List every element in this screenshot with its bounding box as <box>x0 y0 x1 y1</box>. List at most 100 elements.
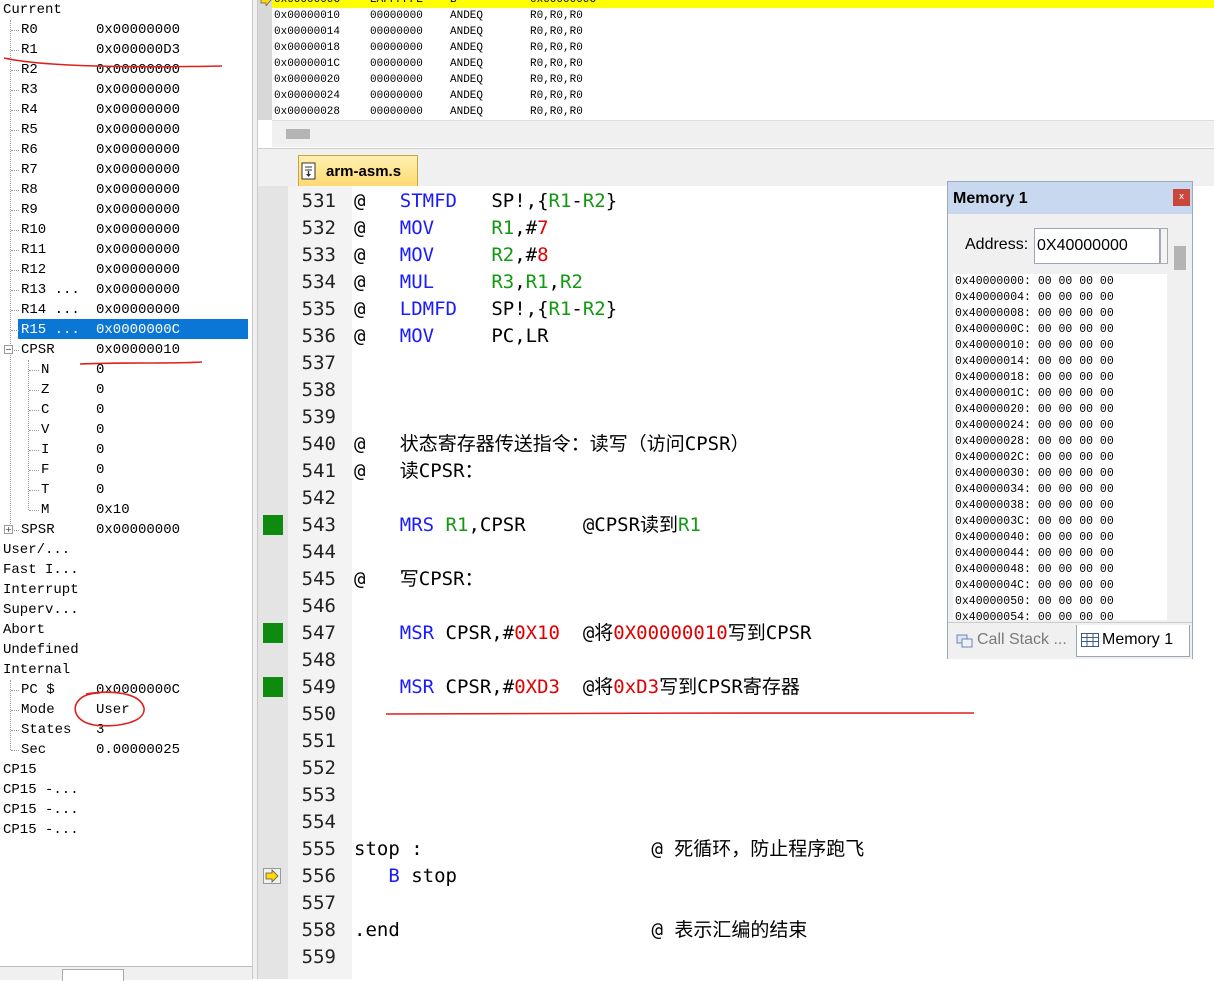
disassembly-row[interactable]: 0x00000010 00000000 ANDEQ R0,R0,R0 <box>272 8 1214 24</box>
disassembly-row[interactable]: 0x00000020 00000000 ANDEQ R0,R0,R0 <box>272 72 1214 88</box>
internal-row[interactable]: PC $ 0x0000000C <box>0 680 252 700</box>
register-row[interactable]: R14 ... 0x00000000 <box>0 300 252 320</box>
memory-row[interactable]: 0x40000030: 00 00 00 00 <box>955 466 1114 482</box>
memory-row[interactable]: 0x40000040: 00 00 00 00 <box>955 530 1114 546</box>
disassembly-row[interactable]: 0x00000024 00000000 ANDEQ R0,R0,R0 <box>272 88 1214 104</box>
register-row[interactable]: R12 0x00000000 <box>0 260 252 280</box>
tab-arm-asm[interactable]: arm-asm.s <box>298 155 418 187</box>
internal-row[interactable]: Mode User <box>0 700 252 720</box>
register-row-spsr[interactable]: SPSR 0x00000000 <box>0 520 252 540</box>
memory-row[interactable]: 0x40000048: 00 00 00 00 <box>955 562 1114 578</box>
memory-row[interactable]: 0x40000000: 00 00 00 00 <box>955 274 1114 290</box>
code-line[interactable]: 550 <box>258 701 1214 728</box>
internal-row[interactable]: States 3 <box>0 720 252 740</box>
expand-toggle-icon[interactable]: − <box>4 345 13 354</box>
breakpoint-marker[interactable] <box>263 677 283 697</box>
expand-toggle-icon[interactable]: + <box>4 525 13 534</box>
register-row[interactable]: R11 0x00000000 <box>0 240 252 260</box>
memory-row[interactable]: 0x4000002C: 00 00 00 00 <box>955 450 1114 466</box>
memory-row[interactable]: 0x40000034: 00 00 00 00 <box>955 482 1114 498</box>
cpsr-flag-row[interactable]: T0 <box>0 480 252 500</box>
register-group-current[interactable]: Current <box>0 0 252 20</box>
code-line[interactable]: 556 B stop <box>258 863 1214 890</box>
memory-row[interactable]: 0x40000054: 00 00 00 00 <box>955 610 1114 620</box>
code-line[interactable]: 552 <box>258 755 1214 782</box>
memory-vscrollbar[interactable] <box>1170 228 1190 620</box>
register-row[interactable]: R4 0x00000000 <box>0 100 252 120</box>
register-row[interactable]: R7 0x00000000 <box>0 160 252 180</box>
close-icon[interactable]: x <box>1173 189 1190 206</box>
register-group-cp15[interactable]: CP15 -... <box>0 800 252 820</box>
register-row[interactable]: R1 0x000000D3 <box>0 40 252 60</box>
code-line[interactable]: 557 <box>258 890 1214 917</box>
code-line[interactable]: 554 <box>258 809 1214 836</box>
code-line[interactable]: 555 stop : @ 死循环，防止程序跑飞 <box>258 836 1214 863</box>
register-row[interactable]: R2 0x00000000 <box>0 60 252 80</box>
cpsr-flag-row[interactable]: M 0x10 <box>0 500 252 520</box>
memory-row[interactable]: 0x40000020: 00 00 00 00 <box>955 402 1114 418</box>
memory-row[interactable]: 0x40000008: 00 00 00 00 <box>955 306 1114 322</box>
disassembly-row[interactable]: 0x00000014 00000000 ANDEQ R0,R0,R0 <box>272 24 1214 40</box>
register-row[interactable]: R8 0x00000000 <box>0 180 252 200</box>
cpsr-flag-row[interactable]: N0 <box>0 360 252 380</box>
register-row[interactable]: R6 0x00000000 <box>0 140 252 160</box>
register-row[interactable]: R0 0x00000000 <box>0 20 252 40</box>
register-row[interactable]: R15 ... 0x0000000C <box>0 320 252 340</box>
code-line[interactable]: 549 MSR CPSR,#0XD3 @将0xD3写到CPSR寄存器 <box>258 674 1214 701</box>
register-group[interactable]: Superv... <box>0 600 252 620</box>
memory-row[interactable]: 0x40000050: 00 00 00 00 <box>955 594 1114 610</box>
breakpoint-marker[interactable] <box>263 623 283 643</box>
scrollbar-thumb[interactable] <box>286 129 310 139</box>
register-row[interactable]: R10 0x00000000 <box>0 220 252 240</box>
register-row[interactable]: R13 ... 0x00000000 <box>0 280 252 300</box>
code-line[interactable]: 551 <box>258 728 1214 755</box>
address-input[interactable] <box>1034 228 1160 264</box>
memory-row[interactable]: 0x4000003C: 00 00 00 00 <box>955 514 1114 530</box>
register-group-cp15[interactable]: CP15 -... <box>0 780 252 800</box>
register-group[interactable]: Interrupt <box>0 580 252 600</box>
memory-row[interactable]: 0x4000004C: 00 00 00 00 <box>955 578 1114 594</box>
disassembly-row[interactable]: 0x0000001C 00000000 ANDEQ R0,R0,R0 <box>272 56 1214 72</box>
register-group[interactable]: Undefined <box>0 640 252 660</box>
register-row[interactable]: R5 0x00000000 <box>0 120 252 140</box>
scrollbar-thumb[interactable] <box>1174 246 1186 270</box>
cpsr-flag-row[interactable]: C0 <box>0 400 252 420</box>
code-line[interactable]: 553 <box>258 782 1214 809</box>
memory-dump[interactable]: 0x40000000: 00 00 00 00 0x40000004: 00 00… <box>953 274 1167 620</box>
memory-row[interactable]: 0x40000028: 00 00 00 00 <box>955 434 1114 450</box>
register-group[interactable]: User/... <box>0 540 252 560</box>
memory-row[interactable]: 0x4000001C: 00 00 00 00 <box>955 386 1114 402</box>
internal-row[interactable]: Sec 0.00000025 <box>0 740 252 760</box>
memory-window-titlebar[interactable]: Memory 1 x <box>948 182 1192 214</box>
memory-row[interactable]: 0x40000004: 00 00 00 00 <box>955 290 1114 306</box>
memory-row[interactable]: 0x40000024: 00 00 00 00 <box>955 418 1114 434</box>
disassembly-current-row[interactable]: 0x0000000C EAFFFFFE B 0x0000000C <box>260 0 1214 8</box>
register-row[interactable]: R3 0x00000000 <box>0 80 252 100</box>
code-line[interactable]: 558 .end @ 表示汇编的结束 <box>258 917 1214 944</box>
address-dropdown[interactable] <box>1160 228 1168 264</box>
memory-row[interactable]: 0x40000038: 00 00 00 00 <box>955 498 1114 514</box>
tab-call-stack[interactable]: Call Stack ... <box>952 625 1074 657</box>
register-tab[interactable] <box>62 969 124 981</box>
register-group[interactable]: Fast I... <box>0 560 252 580</box>
cpsr-flag-row[interactable]: Z0 <box>0 380 252 400</box>
register-group[interactable]: Abort <box>0 620 252 640</box>
breakpoint-marker[interactable] <box>263 515 283 535</box>
register-group-cp15[interactable]: CP15 <box>0 760 252 780</box>
tab-memory-1[interactable]: Memory 1 <box>1076 625 1190 657</box>
cpsr-flag-row[interactable]: I0 <box>0 440 252 460</box>
cpsr-flag-row[interactable]: F0 <box>0 460 252 480</box>
register-row[interactable]: R9 0x00000000 <box>0 200 252 220</box>
cpsr-flag-row[interactable]: V0 <box>0 420 252 440</box>
register-group[interactable]: Internal <box>0 660 252 680</box>
code-line[interactable]: 559 <box>258 944 1214 971</box>
disassembly-row[interactable]: 0x00000018 00000000 ANDEQ R0,R0,R0 <box>272 40 1214 56</box>
memory-row[interactable]: 0x40000044: 00 00 00 00 <box>955 546 1114 562</box>
memory-row[interactable]: 0x40000014: 00 00 00 00 <box>955 354 1114 370</box>
memory-row[interactable]: 0x40000010: 00 00 00 00 <box>955 338 1114 354</box>
disassembly-row[interactable]: 0x00000028 00000000 ANDEQ R0,R0,R0 <box>272 104 1214 120</box>
register-group-cp15[interactable]: CP15 -... <box>0 820 252 840</box>
disassembly-hscrollbar[interactable] <box>272 120 1214 147</box>
memory-row[interactable]: 0x4000000C: 00 00 00 00 <box>955 322 1114 338</box>
register-row-cpsr[interactable]: CPSR 0x00000010 <box>0 340 252 360</box>
